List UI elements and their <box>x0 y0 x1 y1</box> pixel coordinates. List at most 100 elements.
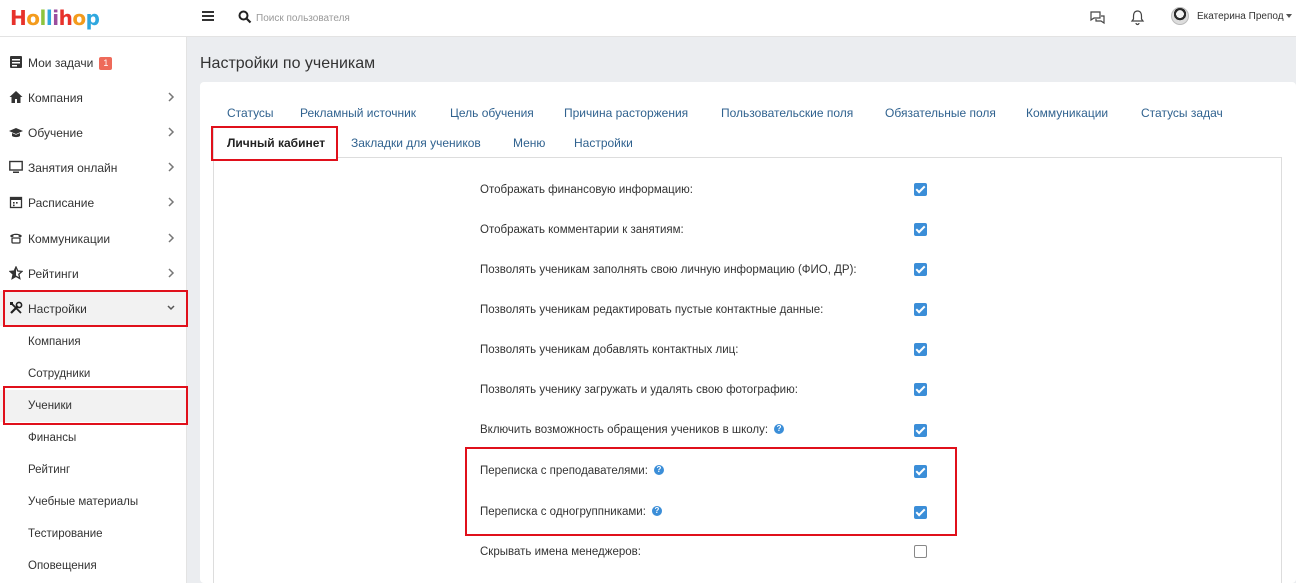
sidebar-subitem-label: Финансы <box>28 432 77 444</box>
chevron-down-icon <box>167 305 175 311</box>
logo-letter: p <box>85 6 100 30</box>
show-finance-checkbox[interactable] <box>914 183 927 196</box>
chevron-right-icon <box>168 197 175 207</box>
setting-row: Переписка с одногруппниками:? <box>480 506 662 518</box>
sidebar-subitem-testing[interactable]: Тестирование <box>0 518 187 550</box>
sidebar: Мои задачи 1 Компания Обучение Занятия он… <box>0 37 187 583</box>
help-icon[interactable]: ? <box>774 424 785 434</box>
logo-letter: h <box>58 6 73 30</box>
sidebar-item-label: Компания <box>28 91 83 105</box>
chevron-right-icon <box>168 92 175 102</box>
help-icon[interactable]: ? <box>653 465 664 475</box>
hide-manager-names-checkbox[interactable] <box>914 545 927 558</box>
setting-label: Позволять ученикам заполнять свою личную… <box>480 264 857 276</box>
menu-toggle-icon[interactable] <box>202 11 214 21</box>
tab-task-statuses[interactable]: Статусы задач <box>1141 106 1223 120</box>
tab-menu[interactable]: Меню <box>513 136 545 150</box>
sidebar-item-my-tasks[interactable]: Мои задачи 1 <box>0 45 187 80</box>
monitor-icon <box>9 160 23 173</box>
tab-settings[interactable]: Настройки <box>574 136 633 150</box>
sidebar-subitem-company[interactable]: Компания <box>0 326 187 358</box>
tab-learning-goal[interactable]: Цель обучения <box>450 106 534 120</box>
allow-edit-personal-info-checkbox[interactable] <box>914 263 927 276</box>
tab-statuses[interactable]: Статусы <box>227 106 274 120</box>
sidebar-item-education[interactable]: Обучение <box>0 115 187 150</box>
tab-student-bookmarks[interactable]: Закладки для учеников <box>351 136 481 150</box>
sidebar-subitem-rating[interactable]: Рейтинг <box>0 454 187 486</box>
sidebar-item-label: Коммуникации <box>28 232 111 246</box>
setting-label: Переписка с одногруппниками: <box>480 506 646 518</box>
allow-add-contact-persons-checkbox[interactable] <box>914 343 927 356</box>
sidebar-item-communications[interactable]: Коммуникации <box>0 221 187 256</box>
sidebar-subitem-employees[interactable]: Сотрудники <box>0 358 187 390</box>
groupmate-messaging-checkbox[interactable] <box>914 506 927 519</box>
sidebar-subitem-notifications[interactable]: Оповещения <box>0 550 187 582</box>
sidebar-subitem-label: Оповещения <box>28 560 97 572</box>
setting-row: Включить возможность обращения учеников … <box>480 424 785 436</box>
tab-custom-fields[interactable]: Пользовательские поля <box>721 106 853 120</box>
user-search-input[interactable] <box>256 8 556 28</box>
sidebar-subitem-label: Ученики <box>28 400 72 412</box>
setting-label: Позволять ученику загружать и удалять св… <box>480 384 798 396</box>
help-icon[interactable]: ? <box>651 506 662 516</box>
tab-termination-reason[interactable]: Причина расторжения <box>564 106 688 120</box>
sidebar-item-schedule[interactable]: Расписание <box>0 185 187 220</box>
setting-label: Позволять ученикам добавлять контактных … <box>480 344 739 356</box>
sidebar-item-label: Мои задачи <box>28 56 94 70</box>
calendar-icon <box>9 196 23 209</box>
search-icon <box>238 10 252 24</box>
tab-ad-source[interactable]: Рекламный источник <box>300 106 416 120</box>
sidebar-item-ratings[interactable]: Рейтинги <box>0 256 187 291</box>
allow-photo-upload-checkbox[interactable] <box>914 383 927 396</box>
sidebar-item-label: Настройки <box>28 302 87 316</box>
logo-letter: H <box>10 6 27 30</box>
sidebar-item-company[interactable]: Компания <box>0 80 187 115</box>
sidebar-subitem-label: Компания <box>28 336 81 348</box>
user-name[interactable]: Екатерина Препод <box>1197 11 1284 22</box>
logo-letter: o <box>26 6 40 30</box>
setting-label: Переписка с преподавателями: <box>480 465 648 477</box>
home-icon <box>9 91 23 103</box>
bell-icon[interactable] <box>1130 9 1145 26</box>
tab-required-fields[interactable]: Обязательные поля <box>885 106 996 120</box>
setting-label: Скрывать имена менеджеров: <box>480 546 641 558</box>
sidebar-subitem-label: Рейтинг <box>28 464 71 476</box>
sidebar-item-label: Занятия онлайн <box>28 161 118 175</box>
tab-content-frame <box>213 157 1282 583</box>
sidebar-subitem-students[interactable]: Ученики <box>0 390 187 422</box>
allow-edit-contacts-checkbox[interactable] <box>914 303 927 316</box>
chat-icon[interactable] <box>1089 9 1106 26</box>
sidebar-item-online-classes[interactable]: Занятия онлайн <box>0 150 187 185</box>
graduation-cap-icon <box>9 128 23 138</box>
enable-school-appeals-checkbox[interactable] <box>914 424 927 437</box>
chevron-right-icon <box>168 127 175 137</box>
teacher-messaging-checkbox[interactable] <box>914 465 927 478</box>
sidebar-subitem-label: Сотрудники <box>28 368 91 380</box>
sidebar-subitem-label: Тестирование <box>28 528 103 540</box>
page-title: Настройки по ученикам <box>200 55 376 72</box>
show-lesson-comments-checkbox[interactable] <box>914 223 927 236</box>
tab-communications[interactable]: Коммуникации <box>1026 106 1108 120</box>
setting-label: Отображать финансовую информацию: <box>480 184 693 196</box>
setting-label: Отображать комментарии к занятиям: <box>480 224 684 236</box>
phone-icon <box>10 233 22 244</box>
avatar[interactable] <box>1171 7 1189 25</box>
sidebar-item-label: Обучение <box>28 126 83 140</box>
sidebar-subitem-label: Учебные материалы <box>28 496 139 508</box>
caret-down-icon[interactable] <box>1286 14 1292 18</box>
hollihop-logo[interactable]: Hollihop <box>10 6 100 30</box>
logo-letter: o <box>72 6 86 30</box>
setting-row: Переписка с преподавателями:? <box>480 465 664 477</box>
setting-label: Включить возможность обращения учеников … <box>480 424 769 436</box>
sidebar-subitem-materials[interactable]: Учебные материалы <box>0 486 187 518</box>
tasks-icon <box>10 56 22 68</box>
chevron-right-icon <box>168 268 175 278</box>
sidebar-subitem-finances[interactable]: Финансы <box>0 422 187 454</box>
star-icon <box>9 266 23 280</box>
setting-label: Позволять ученикам редактировать пустые … <box>480 304 824 316</box>
sidebar-item-settings[interactable]: Настройки <box>0 291 187 326</box>
tab-personal-account[interactable]: Личный кабинет <box>227 136 325 150</box>
top-bar: Hollihop Екатерина Препод <box>0 0 1296 37</box>
chevron-right-icon <box>168 162 175 172</box>
tools-icon <box>10 301 23 314</box>
